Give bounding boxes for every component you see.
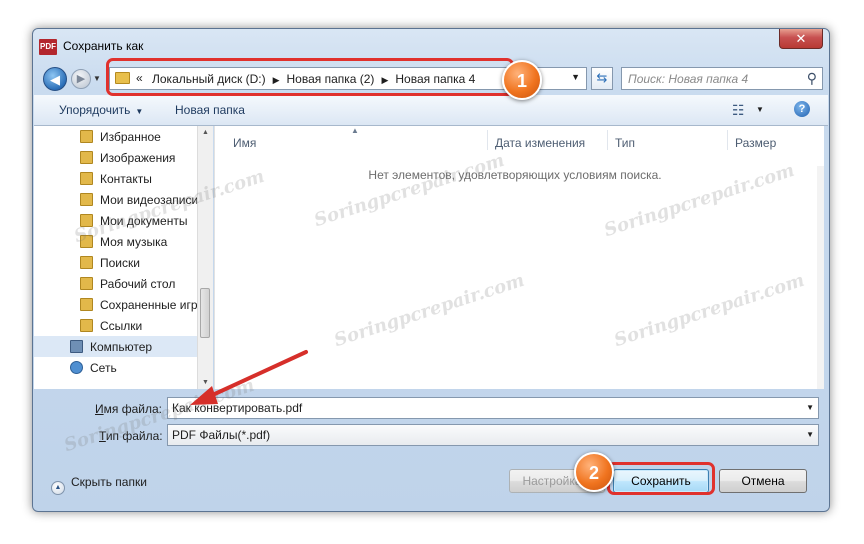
pointer-arrow — [190, 350, 308, 405]
arrow-shaft — [204, 350, 308, 400]
arrow-head-icon — [190, 386, 218, 405]
